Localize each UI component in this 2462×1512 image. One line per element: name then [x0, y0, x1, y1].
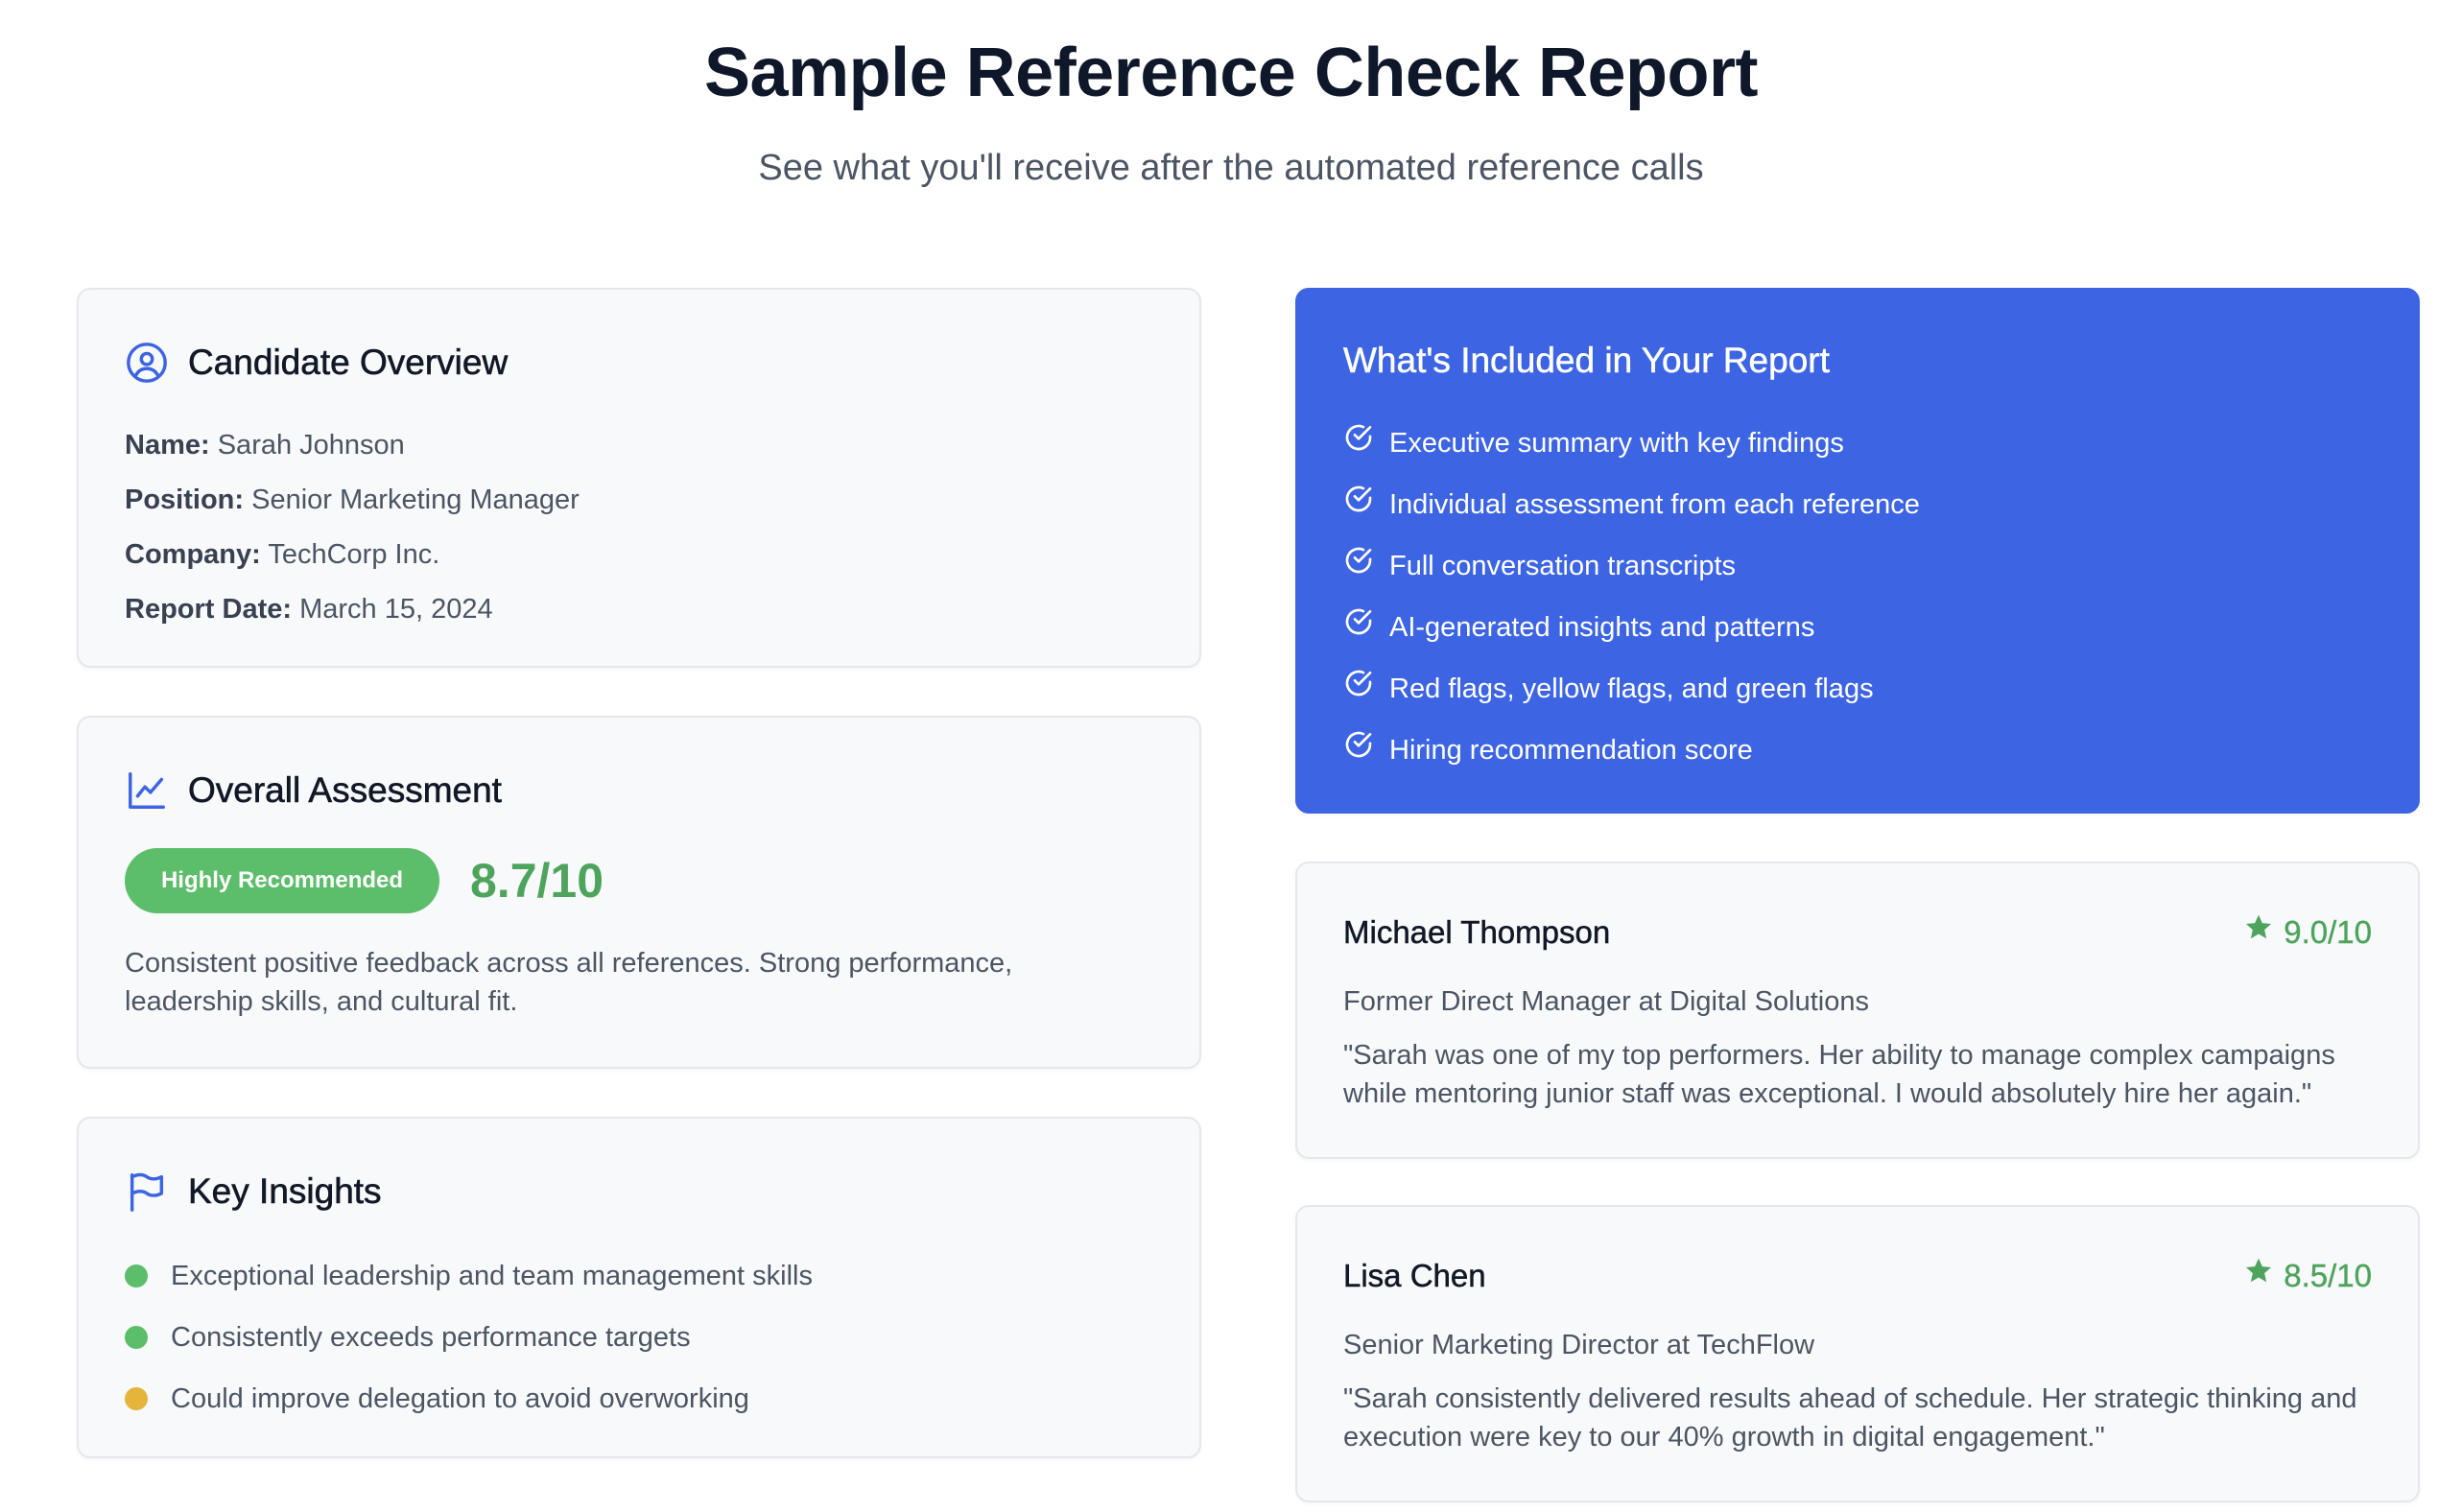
reference-role: Former Direct Manager at Digital Solutio…: [1343, 986, 1869, 1017]
check-circle-icon: [1343, 484, 1389, 525]
star-icon: [2243, 1255, 2284, 1297]
field-value: TechCorp Inc.: [268, 539, 440, 570]
field-label: Position:: [125, 484, 245, 515]
reference-role: Senior Marketing Director at TechFlow: [1343, 1330, 1815, 1360]
insight-item: Exceptional leadership and team manageme…: [125, 1257, 813, 1295]
included-item-text: Full conversation transcripts: [1389, 550, 1737, 581]
field-label: Report Date:: [125, 594, 293, 625]
field-report-date: Report Date: March 15, 2024: [125, 590, 493, 628]
field-value: March 15, 2024: [299, 594, 493, 625]
candidate-overview-header: Candidate Overview: [125, 340, 508, 386]
included-item: Executive summary with key findings: [1343, 422, 1844, 463]
included-item-text: Individual assessment from each referenc…: [1389, 488, 1920, 520]
check-circle-icon: [1343, 606, 1389, 648]
overall-assessment-card: Overall Assessment Highly Recommended 8.…: [77, 716, 1201, 1069]
insight-item: Could improve delegation to avoid overwo…: [125, 1380, 749, 1418]
candidate-overview-title: Candidate Overview: [188, 343, 509, 383]
assessment-summary: Consistent positive feedback across all …: [125, 948, 1013, 1017]
user-circle-icon: [125, 341, 169, 385]
check-circle-icon: [1343, 545, 1389, 586]
star-icon: [2243, 911, 2284, 954]
key-insights-card: Key Insights Exceptional leadership and …: [77, 1117, 1201, 1458]
insight-text: Consistently exceeds performance targets: [171, 1322, 691, 1353]
page-subtitle: See what you'll receive after the automa…: [758, 148, 1704, 188]
reference-score: 9.0/10: [2243, 911, 2372, 954]
warning-dot-icon: [125, 1387, 148, 1410]
reference-score: 8.5/10: [2243, 1255, 2372, 1297]
insight-text: Could improve delegation to avoid overwo…: [171, 1383, 749, 1414]
included-item-text: Hiring recommendation score: [1389, 734, 1753, 766]
reference-card: Lisa Chen 8.5/10 Senior Marketing Direct…: [1295, 1205, 2420, 1502]
field-label: Name:: [125, 430, 210, 461]
reference-quote: "Sarah consistently delivered results ah…: [1343, 1383, 2357, 1453]
included-item: Hiring recommendation score: [1343, 729, 1753, 770]
line-chart-icon: [125, 768, 169, 813]
check-circle-icon: [1343, 422, 1389, 463]
reference-score-value: 8.5/10: [2284, 1258, 2372, 1293]
recommendation-badge: Highly Recommended: [125, 848, 439, 913]
reference-quote: "Sarah was one of my top performers. Her…: [1343, 1040, 2335, 1109]
reference-name: Lisa Chen: [1343, 1258, 1486, 1294]
page-title: Sample Reference Check Report: [704, 35, 1758, 111]
overall-assessment-header: Overall Assessment: [125, 768, 502, 814]
key-insights-header: Key Insights: [125, 1169, 382, 1215]
check-circle-icon: [1343, 729, 1389, 770]
overall-assessment-title: Overall Assessment: [188, 770, 503, 811]
key-insights-title: Key Insights: [188, 1171, 382, 1212]
field-label: Company:: [125, 539, 261, 570]
field-value: Senior Marketing Manager: [251, 484, 580, 515]
field-position: Position: Senior Marketing Manager: [125, 481, 580, 519]
included-item: Individual assessment from each referenc…: [1343, 484, 1920, 525]
field-name: Name: Sarah Johnson: [125, 426, 405, 464]
field-company: Company: TechCorp Inc.: [125, 535, 439, 574]
included-item-text: Executive summary with key findings: [1389, 427, 1844, 459]
included-item: Red flags, yellow flags, and green flags: [1343, 668, 1874, 709]
included-item: Full conversation transcripts: [1343, 545, 1736, 586]
positive-dot-icon: [125, 1264, 148, 1288]
whats-included-card: What's Included in Your Report Executive…: [1295, 288, 2420, 814]
positive-dot-icon: [125, 1326, 148, 1349]
insight-text: Exceptional leadership and team manageme…: [171, 1261, 813, 1291]
included-item-text: Red flags, yellow flags, and green flags: [1389, 673, 1874, 704]
included-item-text: AI-generated insights and patterns: [1389, 611, 1815, 643]
insight-item: Consistently exceeds performance targets: [125, 1318, 691, 1357]
candidate-overview-card: Candidate Overview Name: Sarah Johnson P…: [77, 288, 1201, 668]
field-value: Sarah Johnson: [217, 430, 405, 461]
reference-name: Michael Thompson: [1343, 914, 1611, 951]
whats-included-title: What's Included in Your Report: [1343, 341, 1830, 381]
included-item: AI-generated insights and patterns: [1343, 606, 1814, 648]
check-circle-icon: [1343, 668, 1389, 709]
reference-score-value: 9.0/10: [2284, 914, 2372, 950]
overall-score: 8.7/10: [470, 854, 604, 908]
flag-icon: [125, 1169, 169, 1214]
report-page: Sample Reference Check Report See what y…: [0, 0, 2462, 1512]
reference-card: Michael Thompson 9.0/10 Former Direct Ma…: [1295, 862, 2420, 1159]
